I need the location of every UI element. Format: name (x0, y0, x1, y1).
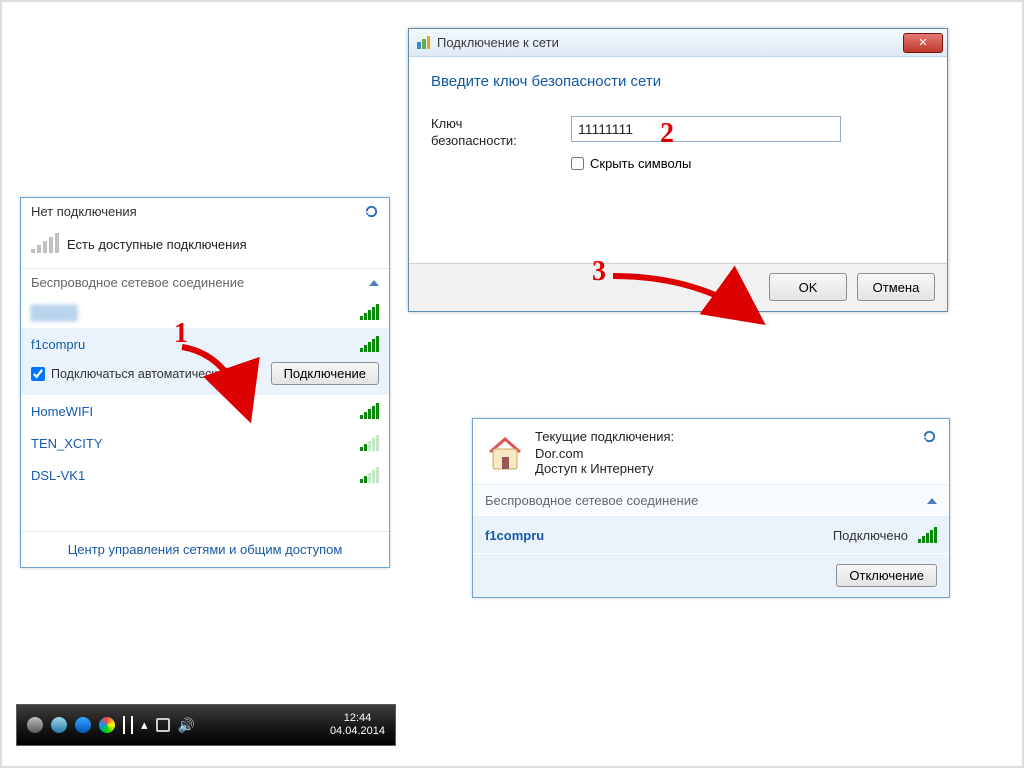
network-item-selected: f1compru Подключаться автоматически Подк… (21, 328, 389, 395)
refresh-icon[interactable] (364, 204, 379, 219)
volume-icon[interactable]: 🔊 (178, 717, 195, 734)
network-center-link[interactable]: Центр управления сетями и общим доступом (21, 531, 389, 567)
dialog-heading: Введите ключ безопасности сети (431, 73, 925, 90)
chevron-up-icon[interactable]: ▴ (141, 717, 148, 733)
chevron-up-icon (369, 280, 379, 286)
network-item[interactable]: DSL-VK1 (21, 459, 389, 491)
network-name-blurred: █████ (31, 305, 77, 320)
taskbar-date: 04.04.2014 (330, 725, 385, 738)
taskbar-time: 12:44 (330, 712, 385, 725)
network-name: HomeWIFI (31, 404, 93, 419)
hide-chars-checkbox[interactable] (571, 157, 584, 170)
tray-icon[interactable] (123, 716, 133, 734)
network-flyout: Нет подключения Есть доступные подключен… (20, 197, 390, 568)
shield-network-icon (415, 35, 431, 51)
flyout-header: Нет подключения (21, 198, 389, 225)
connect-button[interactable]: Подключение (271, 362, 379, 385)
wireless-category[interactable]: Беспроводное сетевое соединение (21, 269, 389, 296)
network-name: f1compru (485, 528, 544, 543)
signal-bars-icon (31, 233, 59, 253)
tray-icon[interactable] (27, 717, 43, 733)
network-item[interactable]: HomeWIFI (21, 395, 389, 427)
disconnect-button[interactable]: Отключение (836, 564, 937, 587)
wireless-category[interactable]: Беспроводное сетевое соединение (473, 484, 949, 517)
flyout-title: Нет подключения (31, 204, 137, 219)
security-key-input[interactable] (571, 116, 841, 142)
network-row[interactable]: f1compru (21, 328, 389, 356)
connection-status: Доступ к Интернету (535, 461, 674, 476)
title-bar: Подключение к сети ✕ (409, 29, 947, 57)
status-text: Есть доступные подключения (67, 237, 247, 252)
category-label: Беспроводное сетевое соединение (485, 493, 698, 508)
category-label: Беспроводное сетевое соединение (31, 275, 244, 290)
taskbar: ▴ 🔊 12:44 04.04.2014 (16, 704, 396, 746)
home-network-icon (485, 435, 525, 471)
cancel-button[interactable]: Отмена (857, 273, 935, 301)
network-name: DSL-VK1 (31, 468, 85, 483)
close-button[interactable]: ✕ (903, 33, 943, 53)
wifi-icon (918, 527, 937, 543)
current-connections-flyout: Текущие подключения: Dor.com Доступ к Ин… (472, 418, 950, 598)
chevron-up-icon (927, 498, 937, 504)
connections-title: Текущие подключения: (535, 429, 674, 444)
tray-icon[interactable] (51, 717, 67, 733)
tray-icon[interactable] (75, 717, 91, 733)
refresh-icon[interactable] (922, 429, 937, 444)
network-name: f1compru (31, 337, 85, 352)
dialog-footer: OK Отмена (409, 263, 947, 311)
auto-connect-checkbox[interactable]: Подключаться автоматически (31, 367, 224, 381)
wifi-icon (360, 467, 379, 483)
tray-icon[interactable] (99, 717, 115, 733)
hide-chars-label: Скрыть символы (590, 156, 691, 171)
flyout-header: Текущие подключения: Dor.com Доступ к Ин… (473, 419, 949, 484)
wifi-icon (360, 403, 379, 419)
dialog-title: Подключение к сети (437, 35, 559, 50)
auto-connect-input[interactable] (31, 367, 45, 381)
key-label: Ключ безопасности: (431, 116, 541, 150)
connection-name: Dor.com (535, 446, 674, 461)
wifi-icon (360, 304, 379, 320)
status-line: Есть доступные подключения (21, 225, 389, 269)
network-state: Подключено (833, 528, 908, 543)
wifi-icon (360, 435, 379, 451)
network-name: TEN_XCITY (31, 436, 103, 451)
auto-connect-label: Подключаться автоматически (51, 367, 224, 381)
wifi-icon (360, 336, 379, 352)
taskbar-clock[interactable]: 12:44 04.04.2014 (330, 712, 385, 738)
connect-dialog: Подключение к сети ✕ Введите ключ безопа… (408, 28, 948, 312)
dialog-body: Введите ключ безопасности сети Ключ безо… (409, 57, 947, 263)
tray-icon[interactable] (156, 718, 170, 732)
ok-button[interactable]: OK (769, 273, 847, 301)
network-item-connected[interactable]: f1compru Подключено (473, 517, 949, 553)
network-item[interactable]: TEN_XCITY (21, 427, 389, 459)
network-item-blurred[interactable]: █████ (21, 296, 389, 328)
